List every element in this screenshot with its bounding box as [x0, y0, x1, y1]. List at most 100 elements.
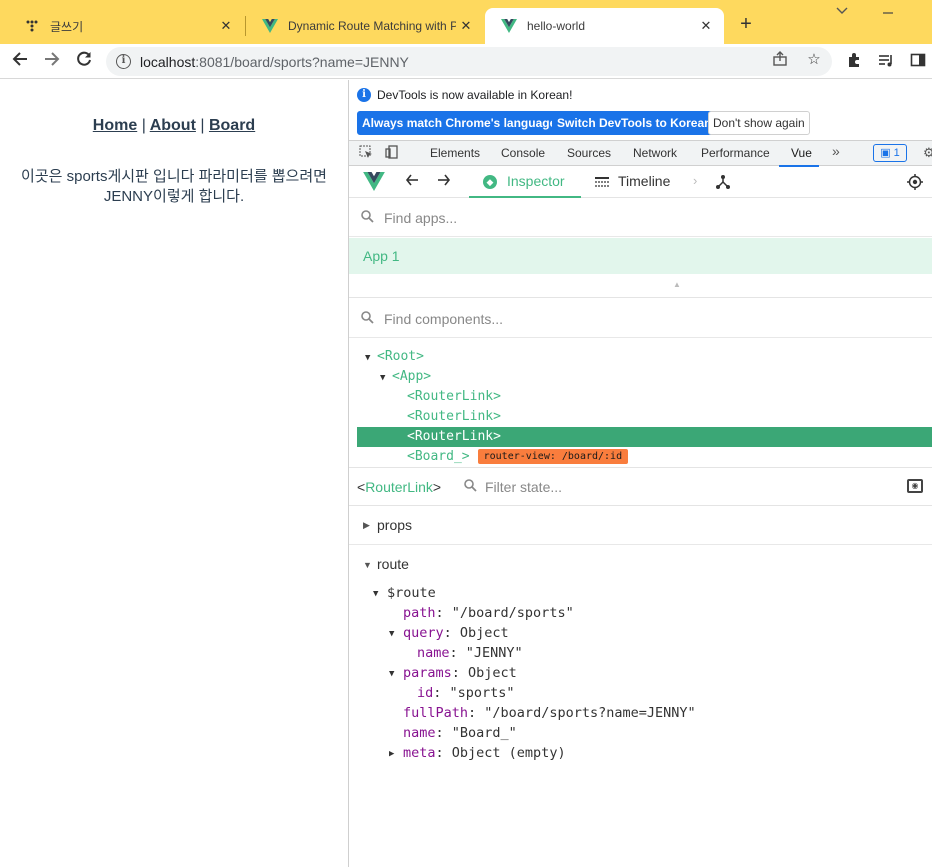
- collapsed-triangle-icon[interactable]: ▶: [363, 520, 370, 531]
- forward-button[interactable]: [40, 50, 64, 74]
- timeline-icon: [595, 175, 609, 192]
- site-info-icon[interactable]: i: [116, 54, 131, 69]
- filter-state-input[interactable]: Filter state...: [485, 479, 562, 495]
- route-label: route: [377, 556, 409, 572]
- find-apps-search[interactable]: Find apps...: [349, 199, 932, 237]
- about-link[interactable]: About: [150, 117, 196, 134]
- tab-strip: 글쓰기 ✕ Dynamic Route Matching with P ✕ he…: [0, 0, 932, 44]
- page-viewport: Home | About | Board 이곳은 sports게시판 입니다 파…: [0, 80, 348, 867]
- back-button[interactable]: [8, 50, 32, 74]
- browser-tab-writing[interactable]: 글쓰기 ✕: [8, 8, 244, 44]
- eye-icon[interactable]: ◉: [907, 479, 923, 493]
- collapse-caret-icon[interactable]: ▲: [673, 280, 681, 289]
- home-link[interactable]: Home: [93, 117, 137, 134]
- bookmark-star-icon[interactable]: ☆: [804, 51, 824, 71]
- board-message: 이곳은 sports게시판 입니다 파라미터를 뽑으려면 JENNY이렇게 합니…: [21, 168, 327, 205]
- inspect-element-icon[interactable]: [359, 145, 373, 162]
- tab-vue[interactable]: Vue: [791, 146, 812, 160]
- tab-network[interactable]: Network: [633, 146, 677, 160]
- reload-button[interactable]: [72, 50, 96, 74]
- arrow-right-icon: [45, 52, 60, 66]
- tab-search-chevron-icon[interactable]: [836, 4, 848, 18]
- tree-node-routerlink[interactable]: <RouterLink>: [349, 387, 932, 407]
- close-tab-icon[interactable]: ✕: [216, 18, 236, 34]
- route-fullpath-row: fullPath: "/board/sports?name=JENNY": [403, 705, 696, 721]
- router-nav: Home | About | Board: [0, 117, 348, 135]
- node-label: <RouterLink>: [407, 409, 501, 424]
- tab-sources[interactable]: Sources: [567, 146, 611, 160]
- issues-counter-button[interactable]: ▣ 1: [873, 144, 907, 162]
- expanded-triangle-icon[interactable]: ▼: [363, 560, 372, 570]
- minimize-icon[interactable]: [882, 6, 894, 20]
- tree-node-routerlink-selected[interactable]: <RouterLink>: [357, 427, 932, 447]
- nav-separator: |: [141, 117, 146, 134]
- dont-show-again-button[interactable]: Don't show again: [708, 111, 810, 135]
- tree-node-board[interactable]: <Board_> router-view: /board/:id: [349, 447, 932, 467]
- close-tab-icon[interactable]: ✕: [456, 18, 476, 34]
- devtools-panel: i DevTools is now available in Korean! Al…: [348, 80, 932, 867]
- inspector-tab[interactable]: ◆ Inspector: [469, 167, 581, 198]
- media-queue-icon[interactable]: [876, 52, 896, 72]
- vue-forward-arrow-icon[interactable]: [437, 173, 451, 191]
- browser-tab-route-matching[interactable]: Dynamic Route Matching with P ✕: [246, 8, 484, 44]
- vue-favicon-icon: [501, 18, 517, 34]
- vue-back-arrow-icon[interactable]: [405, 173, 419, 191]
- node-label: <Board_>: [407, 449, 470, 464]
- tab-performance[interactable]: Performance: [701, 146, 770, 160]
- vue-logo-icon: [363, 172, 385, 195]
- side-panel-icon[interactable]: [908, 52, 928, 72]
- device-toolbar-icon[interactable]: [385, 145, 399, 162]
- board-link[interactable]: Board: [209, 117, 255, 134]
- tree-node-routerlink[interactable]: <RouterLink>: [349, 407, 932, 427]
- tab-console[interactable]: Console: [501, 146, 545, 160]
- collapsed-triangle-icon: ▶: [389, 749, 395, 759]
- selected-component-name: <RouterLink>: [357, 479, 442, 495]
- route-root-row[interactable]: ▼ $route: [373, 583, 436, 603]
- share-icon[interactable]: [770, 51, 790, 71]
- tree-node-root[interactable]: ▼ <Root>: [349, 347, 932, 367]
- tab-title: hello-world: [527, 19, 586, 33]
- browser-toolbar: i localhost:8081/board/sports?name=JENNY…: [0, 44, 932, 79]
- search-icon: [464, 479, 477, 495]
- url-host: localhost: [140, 54, 196, 70]
- tree-node-app[interactable]: ▼ <App>: [349, 367, 932, 387]
- nav-separator: |: [200, 117, 205, 134]
- chevron-right-icon: ›: [693, 173, 698, 188]
- extensions-puzzle-icon[interactable]: [844, 52, 864, 72]
- find-components-search[interactable]: Find components...: [349, 300, 932, 338]
- find-apps-placeholder: Find apps...: [384, 210, 458, 226]
- node-label: <RouterLink>: [407, 429, 501, 444]
- infobar-message: DevTools is now available in Korean!: [377, 88, 573, 102]
- route-meta-row[interactable]: ▶ meta: Object (empty): [389, 743, 566, 763]
- close-tab-icon[interactable]: ✕: [696, 18, 716, 34]
- tab-elements[interactable]: Elements: [430, 146, 480, 160]
- new-tab-button[interactable]: +: [734, 12, 758, 36]
- expanded-triangle-icon[interactable]: ▼: [380, 368, 392, 388]
- dots-favicon-icon: [24, 18, 40, 34]
- route-params-row[interactable]: ▼ params: Object: [389, 663, 517, 683]
- expanded-triangle-icon[interactable]: ▼: [365, 348, 377, 368]
- info-icon: i: [357, 88, 371, 102]
- switch-to-korean-button[interactable]: Switch DevTools to Korean: [552, 111, 717, 135]
- component-tree: ▼ <Root> ▼ <App> <RouterLink> <RouterLink>…: [349, 340, 932, 468]
- language-infobar: i DevTools is now available in Korean! Al…: [349, 80, 932, 138]
- inspector-label: Inspector: [507, 173, 565, 189]
- route-query-row[interactable]: ▼ query: Object: [389, 623, 509, 643]
- props-label: props: [377, 517, 413, 533]
- props-section[interactable]: ▶ props: [349, 507, 932, 545]
- tab-title: Dynamic Route Matching with P: [288, 19, 456, 33]
- timeline-label: Timeline: [618, 173, 671, 189]
- route-params-id-row: id: "sports": [417, 685, 515, 701]
- browser-tab-hello-world[interactable]: hello-world ✕: [485, 8, 724, 44]
- route-section[interactable]: ▼ route: [349, 546, 932, 584]
- app-list-item[interactable]: App 1: [349, 238, 932, 274]
- compass-icon: ◆: [483, 175, 497, 189]
- always-match-language-button[interactable]: Always match Chrome's language: [357, 111, 562, 135]
- component-graph-icon[interactable]: [715, 174, 731, 194]
- select-component-target-icon[interactable]: [907, 174, 923, 194]
- pane-splitter[interactable]: ▲: [349, 274, 932, 298]
- address-bar[interactable]: i localhost:8081/board/sports?name=JENNY…: [106, 47, 832, 76]
- settings-gear-icon[interactable]: ⚙: [923, 145, 932, 161]
- find-components-placeholder: Find components...: [384, 311, 504, 327]
- more-tabs-chevron-icon[interactable]: »: [832, 143, 840, 159]
